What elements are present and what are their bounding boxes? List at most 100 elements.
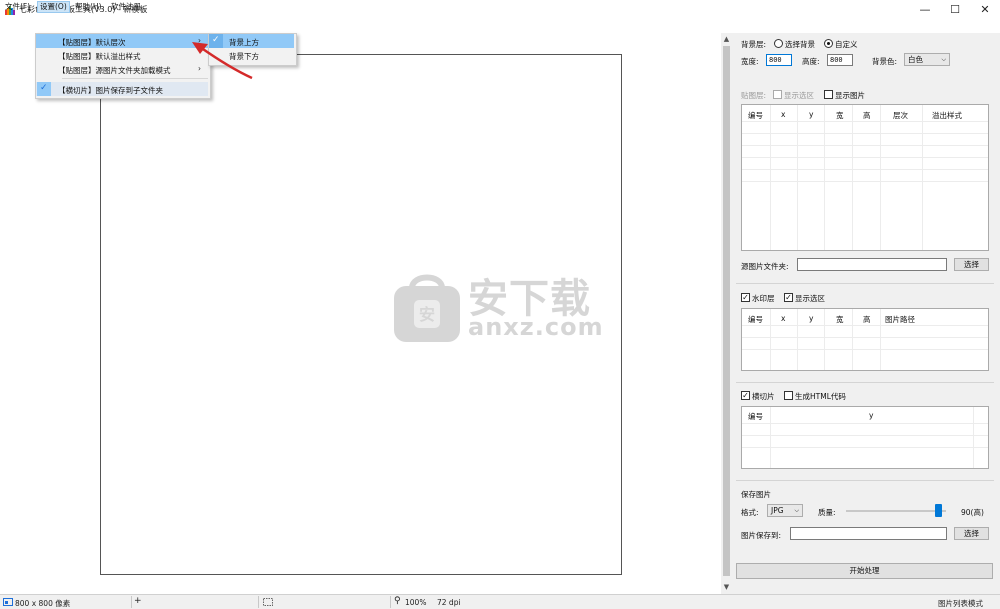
paste-col-overflow: 溢出样式 bbox=[932, 111, 962, 120]
selection-icon bbox=[263, 598, 273, 606]
format-label: 格式: bbox=[741, 508, 759, 517]
grid-line bbox=[742, 169, 988, 170]
wm-col-path: 图片路径 bbox=[885, 315, 915, 324]
format-select-value: JPG bbox=[771, 506, 784, 515]
menu-item-source-folder-mode[interactable]: 【贴图层】源图片文件夹加载模式 bbox=[58, 65, 171, 76]
paste-show-image-checkbox[interactable] bbox=[824, 90, 833, 99]
menu-separator bbox=[62, 78, 208, 79]
save-to-label: 图片保存到: bbox=[741, 531, 782, 540]
scroll-thumb[interactable] bbox=[723, 46, 730, 576]
save-to-input[interactable] bbox=[790, 527, 947, 540]
slice-checkbox[interactable]: ✓ bbox=[741, 391, 750, 400]
menu-help[interactable]: 帮助(H) bbox=[73, 1, 104, 13]
source-folder-label: 源图片文件夹: bbox=[741, 262, 789, 271]
paste-show-selection-checkbox[interactable] bbox=[773, 90, 782, 99]
wm-col-h: 高 bbox=[863, 315, 871, 324]
grid-line bbox=[742, 145, 988, 146]
chevron-down-icon: ⌵ bbox=[941, 56, 946, 63]
watermark-show-selection-label: 显示选区 bbox=[795, 294, 825, 303]
quality-slider-track[interactable] bbox=[846, 510, 946, 512]
menu-file[interactable]: 文件(F) bbox=[3, 1, 32, 13]
bgcolor-label: 背景色: bbox=[872, 57, 898, 66]
paste-col-layer: 层次 bbox=[893, 111, 908, 120]
source-folder-choose-button[interactable]: 选择 bbox=[954, 258, 989, 271]
maximize-button[interactable]: ☐ bbox=[940, 0, 970, 19]
watermark-badge-text: 安 bbox=[419, 305, 435, 324]
bgcolor-select-value: 白色 bbox=[908, 55, 923, 64]
paste-show-selection-label: 显示选区 bbox=[784, 91, 814, 100]
radio-select-bg[interactable] bbox=[774, 39, 783, 48]
quality-label: 质量: bbox=[818, 508, 836, 517]
height-label: 高度: bbox=[802, 57, 820, 66]
watermark-layer-checkbox[interactable]: ✓ bbox=[741, 293, 750, 302]
grid-line bbox=[880, 105, 881, 250]
chevron-down-icon: ⌵ bbox=[794, 507, 799, 514]
slice-table[interactable] bbox=[741, 406, 989, 469]
status-mode: 图片列表模式 bbox=[938, 599, 983, 608]
source-folder-input[interactable] bbox=[797, 258, 947, 271]
radio-custom-label: 自定义 bbox=[835, 40, 858, 49]
maximize-icon: ☐ bbox=[950, 3, 960, 16]
watermark-layer-label: 水印层 bbox=[752, 294, 775, 303]
grid-line bbox=[742, 325, 988, 326]
status-bar bbox=[0, 594, 1000, 609]
menu-bar bbox=[0, 19, 1000, 33]
grid-line bbox=[742, 337, 988, 338]
save-to-choose-button[interactable]: 选择 bbox=[954, 527, 989, 540]
status-zoom: 100% bbox=[405, 598, 427, 607]
slice-label: 横切片 bbox=[752, 392, 775, 401]
background-layer-label: 背景层: bbox=[741, 40, 767, 49]
menu-register[interactable]: 软件注册 bbox=[109, 1, 143, 13]
grid-line bbox=[742, 121, 988, 122]
paste-table[interactable] bbox=[741, 104, 989, 251]
status-divider bbox=[390, 596, 391, 608]
start-processing-button[interactable]: 开始处理 bbox=[736, 563, 993, 579]
grid-line bbox=[852, 105, 853, 250]
minimize-button[interactable]: — bbox=[910, 0, 940, 19]
check-icon: ✓ bbox=[40, 83, 48, 93]
paste-layer-label: 贴图层: bbox=[741, 91, 767, 100]
grid-line bbox=[797, 309, 798, 370]
bgcolor-select[interactable]: 白色 ⌵ bbox=[904, 53, 950, 66]
grid-line bbox=[770, 105, 771, 250]
title-bar bbox=[0, 0, 1000, 19]
watermark-show-selection-checkbox[interactable]: ✓ bbox=[784, 293, 793, 302]
grid-line bbox=[852, 309, 853, 370]
grid-line bbox=[742, 133, 988, 134]
quality-slider-thumb[interactable] bbox=[935, 504, 942, 517]
grid-line bbox=[742, 423, 988, 424]
image-size-icon bbox=[3, 598, 13, 606]
radio-custom[interactable] bbox=[824, 39, 833, 48]
zoom-icon: ⚲ bbox=[394, 596, 401, 606]
close-button[interactable]: ✕ bbox=[970, 0, 1000, 19]
height-input[interactable]: 800 bbox=[827, 54, 853, 66]
menu-item-default-overflow[interactable]: 【贴图层】默认溢出样式 bbox=[58, 51, 141, 62]
status-dpi: 72 dpi bbox=[437, 598, 461, 607]
format-select[interactable]: JPG ⌵ bbox=[767, 504, 803, 517]
grid-line bbox=[973, 407, 974, 468]
radio-select-bg-label: 选择背景 bbox=[785, 40, 815, 49]
paste-col-y: y bbox=[809, 110, 814, 119]
quality-value: 90(高) bbox=[961, 508, 984, 517]
slice-col-id: 编号 bbox=[748, 412, 763, 421]
slice-col-y: y bbox=[869, 411, 874, 420]
section-divider bbox=[736, 382, 994, 383]
menu-settings[interactable]: 设置(O) bbox=[37, 1, 70, 13]
wm-col-w: 宽 bbox=[836, 315, 844, 324]
watermark-bag-icon: 安 bbox=[394, 274, 460, 342]
paste-col-w: 宽 bbox=[836, 111, 844, 120]
scroll-down-icon[interactable]: ▼ bbox=[721, 583, 732, 591]
paste-col-h: 高 bbox=[863, 111, 871, 120]
watermark-text-en: anxz.com bbox=[468, 313, 604, 341]
grid-line bbox=[922, 105, 923, 250]
scroll-up-icon[interactable]: ▲ bbox=[721, 35, 732, 43]
section-divider bbox=[736, 480, 994, 481]
width-input[interactable]: 800 bbox=[766, 54, 792, 66]
html-code-checkbox[interactable] bbox=[784, 391, 793, 400]
grid-line bbox=[797, 105, 798, 250]
paste-col-x: x bbox=[781, 110, 786, 119]
paste-show-image-label: 显示图片 bbox=[835, 91, 865, 100]
paste-col-id: 编号 bbox=[748, 111, 763, 120]
grid-line bbox=[742, 435, 988, 436]
menu-item-slice-subfolder-label: 【横切片】图片保存到子文件夹 bbox=[58, 86, 163, 95]
